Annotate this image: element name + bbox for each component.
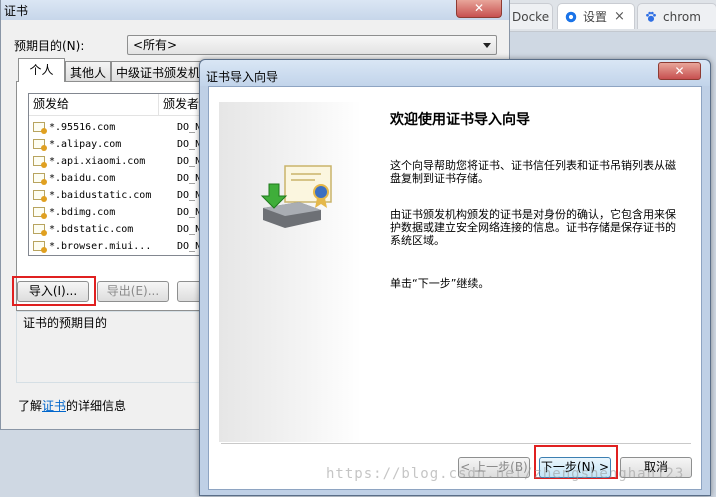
table-row[interactable]: *.api.xiaomi.com DO_NOT xyxy=(29,153,202,170)
browser-tab-chrome-label: chrom xyxy=(663,9,701,24)
cell-issued-to: *.api.xiaomi.com xyxy=(49,156,146,167)
cell-issued-by: DO_NOT xyxy=(177,224,202,235)
column-header-issued-to[interactable]: 颁发给 xyxy=(29,94,159,116)
table-row[interactable]: *.baidu.com DO_NOT xyxy=(29,170,202,187)
table-row[interactable]: *.bdstatic.com DO_NOT xyxy=(29,221,202,238)
table-row[interactable]: *.alipay.com DO_NOT xyxy=(29,136,202,153)
wizard-titlebar[interactable]: 证书导入向导 ✕ xyxy=(200,60,710,86)
export-button[interactable]: 导出(E)... xyxy=(97,281,169,302)
purpose-label: 预期目的(N): xyxy=(14,39,85,53)
browser-tab-settings[interactable]: 设置 × xyxy=(557,3,635,29)
table-row[interactable]: *.browser.miui... DO_NOT xyxy=(29,238,202,255)
close-icon[interactable]: × xyxy=(614,9,625,24)
cell-issued-by: DO_NOT xyxy=(177,190,202,201)
close-icon[interactable]: ✕ xyxy=(658,62,701,80)
certificate-purposes-label: 证书的预期目的 xyxy=(23,316,108,330)
wizard-separator xyxy=(221,443,691,444)
wizard-continue-text: 单击“下一步”继续。 xyxy=(390,277,490,290)
cell-issued-to: *.bdimg.com xyxy=(49,207,116,218)
wizard-heading: 欢迎使用证书导入向导 xyxy=(390,112,530,128)
cell-issued-by: DO_NOT xyxy=(177,207,202,218)
wizard-description-text: 由证书颁发机构颁发的证书是对身份的确认，它包含用来保护数据或建立安全网络连接的信… xyxy=(390,208,676,247)
certificate-rows: *.95516.com DO_NOT *.alipay.com DO_NOT *.a… xyxy=(29,119,202,255)
paw-icon xyxy=(646,11,656,22)
certificate-import-wizard: 证书导入向导 ✕ 欢迎使用证书导入向导 这个向导帮助您将证书、证书信任列表和证书… xyxy=(199,59,711,496)
tab-personal[interactable]: 个人 xyxy=(18,58,65,82)
certificate-icon xyxy=(33,138,47,151)
wizard-title: 证书导入向导 xyxy=(206,70,279,84)
wizard-body: 欢迎使用证书导入向导 这个向导帮助您将证书、证书信任列表和证书吊销列表从磁盘复制… xyxy=(208,86,702,490)
cert-window-titlebar[interactable]: 证书 ✕ xyxy=(1,0,509,20)
cell-issued-to: *.baidustatic.com xyxy=(49,190,152,201)
certificate-icon xyxy=(33,206,47,219)
browser-tab-docker-label: Docke xyxy=(512,9,550,24)
watermark: https://blog.csdn.net/zhengshenghan123 xyxy=(326,466,685,482)
cell-issued-by: DO_NOT xyxy=(177,241,202,252)
browser-tab-settings-label: 设置 xyxy=(583,10,608,24)
cell-issued-by: DO_NOT xyxy=(177,156,202,167)
cell-issued-by: DO_NOT xyxy=(177,122,202,133)
gear-icon xyxy=(565,11,577,22)
table-row[interactable]: *.baidustatic.com DO_NOT xyxy=(29,187,202,204)
purpose-dropdown-value: <所有> xyxy=(133,38,178,52)
cell-issued-to: *.browser.miui... xyxy=(49,241,152,252)
wizard-banner xyxy=(219,102,361,442)
purpose-dropdown[interactable]: <所有> xyxy=(127,35,497,55)
column-header-issued-by[interactable]: 颁发者 xyxy=(159,94,202,116)
cell-issued-by: DO_NOT xyxy=(177,139,202,150)
cell-issued-to: *.95516.com xyxy=(49,122,116,133)
close-icon[interactable]: ✕ xyxy=(456,0,502,18)
cell-issued-to: *.alipay.com xyxy=(49,139,122,150)
browser-tab-strip: Docke 设置 × chrom xyxy=(505,0,716,32)
cell-issued-to: *.baidu.com xyxy=(49,173,116,184)
learn-more-prefix: 了解 xyxy=(18,399,43,413)
cell-issued-by: DO_NOT xyxy=(177,173,202,184)
certificate-link[interactable]: 证书 xyxy=(42,399,66,413)
table-row[interactable]: *.95516.com DO_NOT xyxy=(29,119,202,136)
certificate-icon xyxy=(33,189,47,202)
certificate-icon xyxy=(33,172,47,185)
browser-tab-docker[interactable]: Docke xyxy=(505,3,553,29)
learn-more-text: 了解证书的详细信息 xyxy=(18,397,126,414)
cell-issued-to: *.bdstatic.com xyxy=(49,224,134,235)
browser-tab-chrome[interactable]: chrom xyxy=(637,3,716,29)
table-row[interactable]: *.bdimg.com DO_NOT xyxy=(29,204,202,221)
tab-intermediate-ca[interactable]: 中级证书颁发机构 xyxy=(111,61,203,81)
certificate-icon xyxy=(33,240,47,253)
wizard-intro-text: 这个向导帮助您将证书、证书信任列表和证书吊销列表从磁盘复制到证书存储。 xyxy=(390,159,676,185)
cert-window-title: 证书 xyxy=(4,4,29,18)
certificate-import-icon xyxy=(260,165,332,228)
chevron-down-icon xyxy=(483,43,491,48)
certificate-icon xyxy=(33,155,47,168)
certificate-icon xyxy=(33,121,47,134)
tab-other-people[interactable]: 其他人 xyxy=(65,61,111,81)
learn-more-suffix: 的详细信息 xyxy=(66,399,127,413)
certificate-list[interactable]: 颁发给 颁发者 *.95516.com DO_NOT *.alipay.com DO… xyxy=(28,93,203,256)
import-button[interactable]: 导入(I)... xyxy=(17,281,89,302)
certificate-icon xyxy=(33,223,47,236)
